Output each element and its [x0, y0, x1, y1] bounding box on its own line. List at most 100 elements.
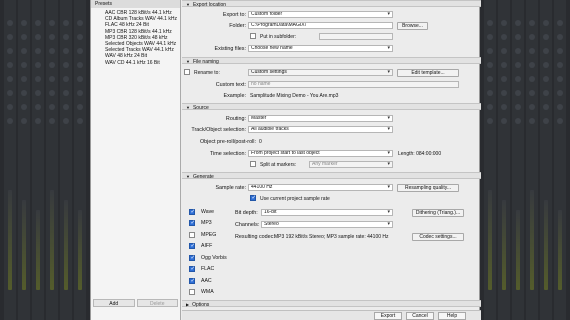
- sample-rate-select[interactable]: 44100 Hz: [248, 184, 393, 191]
- codec-settings-button[interactable]: Codec settings...: [412, 232, 464, 241]
- expand-arrow-icon: ▶: [186, 302, 190, 307]
- existing-files-select[interactable]: Choose new name: [248, 45, 393, 52]
- time-selection-select[interactable]: From project start to last object: [248, 150, 393, 157]
- generate-section: ▼ Generate: [182, 172, 481, 180]
- dialog-footer: Export Cancel Help: [182, 310, 481, 320]
- format-ogg-vorbis[interactable]: Ogg Vorbis: [189, 254, 229, 263]
- add-preset-button[interactable]: Add: [93, 299, 135, 307]
- format-label: AIFF: [201, 243, 213, 249]
- delete-preset-button[interactable]: Delete: [136, 299, 178, 307]
- format-label: MP3: [201, 220, 212, 226]
- format-checkbox[interactable]: [189, 232, 195, 238]
- format-flac[interactable]: FLAC: [189, 265, 229, 274]
- source-section: ▼ Source: [182, 103, 481, 111]
- channels-select[interactable]: Stereo: [261, 221, 393, 228]
- format-checkbox[interactable]: [189, 220, 195, 226]
- preset-item[interactable]: WAV CD 44.1 kHz 16 Bit: [105, 60, 180, 66]
- collapse-arrow-icon: ▼: [186, 174, 190, 179]
- routing-select[interactable]: Master: [248, 115, 393, 122]
- folder-input[interactable]: C:\ProgramData\MAGIX\: [248, 22, 393, 29]
- rename-label: Rename to:: [194, 70, 220, 76]
- format-wma[interactable]: WMA: [189, 288, 229, 297]
- folder-label: Folder:: [229, 23, 246, 29]
- file-naming-header[interactable]: ▼ File naming: [182, 57, 481, 65]
- format-wave[interactable]: Wave: [189, 208, 229, 217]
- format-checkbox[interactable]: [189, 289, 195, 295]
- cancel-button[interactable]: Cancel: [406, 312, 434, 320]
- options-header[interactable]: ▶ Options: [182, 300, 481, 308]
- format-label: FLAC: [201, 266, 215, 272]
- format-label: Wave: [201, 209, 215, 215]
- example-value: Samplitude Mixing Demo - You Are.mp3: [250, 93, 339, 99]
- codec-label: Resulting codec:: [235, 234, 275, 240]
- section-title: Generate: [192, 174, 214, 180]
- split-markers-checkbox[interactable]: [250, 161, 256, 167]
- presets-title: Presets: [91, 0, 180, 8]
- format-checkbox[interactable]: [189, 255, 195, 261]
- format-label: WMA: [201, 289, 214, 295]
- format-mp3[interactable]: MP3: [189, 219, 229, 228]
- bit-depth-label: Bit depth:: [235, 210, 258, 216]
- subfolder-input[interactable]: [319, 33, 393, 40]
- bit-depth-select[interactable]: 16-bit: [261, 209, 393, 216]
- subfolder-label: Put in subfolder:: [260, 34, 297, 40]
- generate-header[interactable]: ▼ Generate: [182, 172, 481, 180]
- split-markers-select[interactable]: Any marker: [309, 161, 393, 168]
- resampling-quality-button[interactable]: Resampling quality...: [397, 183, 459, 192]
- rename-select[interactable]: Custom settings: [248, 69, 393, 76]
- format-checkbox[interactable]: [189, 278, 195, 284]
- track-selection-label: Track/Object selection:: [191, 127, 246, 133]
- preroll-value[interactable]: 0: [259, 139, 262, 145]
- length-display: Length: 084:00:000: [398, 151, 442, 157]
- section-title: File naming: [192, 59, 219, 65]
- export-dialog: Presets AAC CBR 128 kBit/s 44.1 kHz CD A…: [90, 0, 481, 320]
- export-location-header[interactable]: ▼ Export location: [182, 0, 481, 8]
- collapse-arrow-icon: ▼: [186, 2, 190, 7]
- section-title: Source: [192, 105, 209, 111]
- export-settings: ▼ Export location Export to: Custom folde…: [182, 0, 481, 320]
- subfolder-checkbox[interactable]: [250, 33, 256, 39]
- format-label: AAC: [201, 278, 212, 284]
- preset-item[interactable]: MP3 CBR 128 kBit/s 44.1 kHz: [105, 29, 180, 35]
- help-button[interactable]: Help: [438, 312, 466, 320]
- use-current-rate-checkbox[interactable]: [250, 195, 256, 201]
- browse-button[interactable]: Browse...: [397, 21, 428, 30]
- format-checkbox[interactable]: [189, 209, 195, 215]
- preroll-label: Object pre-roll/post-roll:: [199, 139, 256, 145]
- sample-rate-label: Sample rate:: [215, 185, 246, 191]
- custom-text-label: Custom text:: [215, 82, 246, 88]
- collapse-arrow-icon: ▼: [186, 105, 190, 110]
- format-aac[interactable]: AAC: [189, 277, 229, 286]
- source-header[interactable]: ▼ Source: [182, 103, 481, 111]
- preset-actions: Add Delete: [93, 299, 178, 307]
- section-title: Export location: [192, 2, 227, 8]
- codec-value: MP3 192 kBit/s Stereo; MP3 sample rate: …: [274, 234, 389, 240]
- rename-checkbox[interactable]: [184, 69, 190, 75]
- format-label: MPEG: [201, 232, 217, 238]
- preset-list: AAC CBR 128 kBit/s 44.1 kHz CD Album Tra…: [91, 8, 180, 66]
- channels-label: Channels:: [235, 222, 260, 228]
- section-title: Options: [192, 302, 210, 308]
- presets-panel: Presets AAC CBR 128 kBit/s 44.1 kHz CD A…: [91, 0, 181, 320]
- export-button[interactable]: Export: [374, 312, 402, 320]
- split-markers-label: Split at markers:: [260, 162, 297, 168]
- format-checkbox[interactable]: [189, 266, 195, 272]
- collapse-arrow-icon: ▼: [186, 59, 190, 64]
- format-mpeg[interactable]: MPEG: [189, 231, 229, 240]
- format-label: Ogg Vorbis: [201, 255, 227, 261]
- export-location-section: ▼ Export location: [182, 0, 481, 8]
- export-to-select[interactable]: Custom folder: [248, 11, 393, 18]
- track-selection-select[interactable]: All audible tracks: [248, 126, 393, 133]
- format-aiff[interactable]: AIFF: [189, 242, 229, 251]
- time-selection-label: Time selection:: [209, 151, 246, 157]
- use-current-rate-label: Use current project sample rate: [260, 196, 330, 202]
- dithering-button[interactable]: Dithering (Triang.)...: [412, 208, 464, 217]
- export-to-label: Export to:: [222, 12, 246, 18]
- edit-template-button[interactable]: Edit template...: [397, 68, 459, 77]
- format-checkbox[interactable]: [189, 243, 195, 249]
- example-label: Example:: [223, 93, 246, 99]
- existing-files-label: Existing files:: [214, 46, 246, 52]
- options-section: ▶ Options: [182, 300, 481, 308]
- file-naming-section: ▼ File naming: [182, 57, 481, 65]
- custom-text-input[interactable]: no name: [248, 81, 459, 88]
